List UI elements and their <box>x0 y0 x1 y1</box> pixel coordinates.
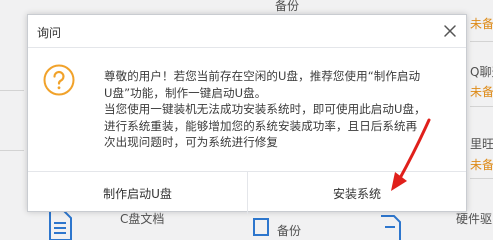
question-icon <box>43 64 75 96</box>
close-button[interactable] <box>442 23 458 39</box>
dialog-message: 尊敬的用户！若您当前存在空闲的U盘，推荐您使用“制作启动 U盘”功能，制作一键启… <box>104 68 454 151</box>
dialog-title: 询问 <box>37 26 62 40</box>
install-system-button[interactable]: 安装系统 <box>248 172 466 214</box>
message-line: U盘”功能，制作一键启动U盘。 <box>104 85 267 100</box>
message-line: 当您使用一键装机无法成功安装系统时，即可使用此启动U盘， <box>104 102 426 116</box>
message-line: 进行系统重装，能够增加您的系统安装成功率，且日后系统再 <box>104 118 418 133</box>
message-line: 次出现问题时，可为系统进行修复 <box>104 135 278 149</box>
message-line: 尊敬的用户！若您当前存在空闲的U盘，推荐您使用“制作启动 <box>104 69 421 83</box>
make-boot-usb-button[interactable]: 制作启动U盘 <box>28 172 247 214</box>
dialog-header: 询问 <box>28 15 466 48</box>
dialog-footer: 制作启动U盘 安装系统 <box>28 171 466 214</box>
close-icon <box>444 25 456 37</box>
ask-dialog: 询问 尊敬的用户！若您当前存在空闲的U盘，推荐您使用“制作启动 U盘”功能，制作… <box>27 14 467 214</box>
